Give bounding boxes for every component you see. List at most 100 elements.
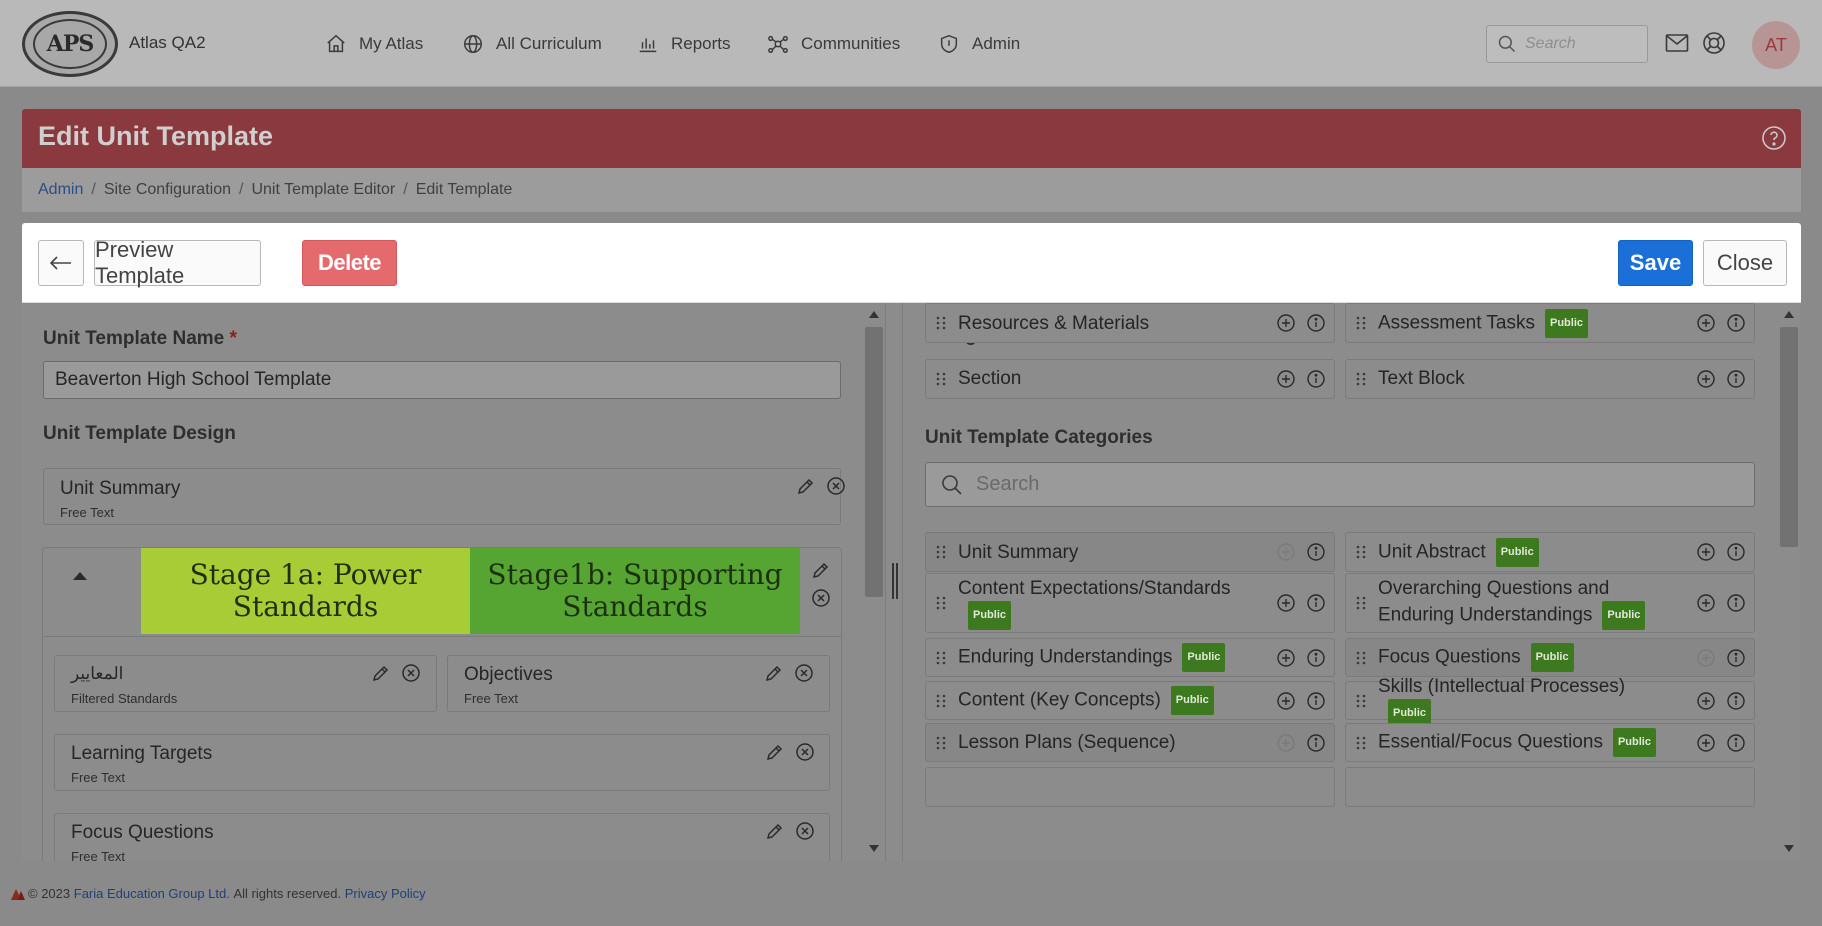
remove-circle-icon[interactable] bbox=[826, 476, 846, 496]
category-item[interactable]: Overarching Questions and Enduring Under… bbox=[1345, 573, 1755, 633]
category-item[interactable]: Enduring Understandings Public bbox=[925, 638, 1335, 677]
add-circle-icon[interactable] bbox=[1276, 648, 1296, 668]
help-icon[interactable] bbox=[1761, 125, 1787, 151]
category-item[interactable]: Lesson Plans (Sequence) bbox=[925, 723, 1335, 762]
back-button[interactable] bbox=[38, 240, 84, 286]
drag-handle-icon[interactable] bbox=[936, 316, 946, 330]
edit-pencil-icon[interactable] bbox=[796, 476, 816, 496]
category-item[interactable]: Unit Abstract Public bbox=[1345, 532, 1755, 572]
remove-circle-icon[interactable] bbox=[795, 742, 815, 762]
nav-item-all-curriculum[interactable]: All Curriculum bbox=[462, 31, 602, 57]
info-icon[interactable] bbox=[1306, 733, 1326, 753]
preview-template-button[interactable]: Preview Template bbox=[94, 237, 261, 288]
add-circle-icon[interactable] bbox=[1696, 369, 1716, 389]
remove-circle-icon[interactable] bbox=[794, 663, 814, 683]
close-button[interactable]: Close bbox=[1703, 240, 1787, 286]
category-item[interactable]: Unit Summary bbox=[925, 532, 1335, 572]
global-search-input[interactable]: Search bbox=[1486, 25, 1648, 63]
info-icon[interactable] bbox=[1726, 369, 1746, 389]
design-element-text-block[interactable]: Text Block bbox=[1345, 359, 1755, 399]
drag-handle-icon[interactable] bbox=[1356, 651, 1366, 665]
save-button[interactable]: Save bbox=[1618, 240, 1693, 286]
drag-handle-icon[interactable] bbox=[936, 651, 946, 665]
design-element-section[interactable]: Section bbox=[925, 359, 1335, 399]
collapse-triangle-icon[interactable] bbox=[72, 570, 88, 582]
right-scrollbar[interactable] bbox=[1777, 303, 1801, 861]
add-circle-icon[interactable] bbox=[1276, 691, 1296, 711]
scroll-up-arrow-icon[interactable] bbox=[869, 311, 879, 318]
edit-pencil-icon[interactable] bbox=[811, 560, 831, 580]
drag-handle-icon[interactable] bbox=[1356, 694, 1366, 708]
design-card-standards[interactable]: المعايير Filtered Standards bbox=[54, 655, 437, 712]
add-circle-icon[interactable] bbox=[1696, 691, 1716, 711]
nav-item-admin[interactable]: Admin bbox=[938, 31, 1020, 57]
aps-logo[interactable]: APS bbox=[22, 11, 118, 77]
drag-handle-icon[interactable] bbox=[1356, 545, 1366, 559]
remove-circle-icon[interactable] bbox=[401, 663, 421, 683]
drag-handle-icon[interactable] bbox=[1356, 316, 1366, 330]
info-icon[interactable] bbox=[1726, 542, 1746, 562]
info-icon[interactable] bbox=[1306, 313, 1326, 333]
delete-button[interactable]: Delete bbox=[302, 240, 397, 286]
remove-circle-icon[interactable] bbox=[811, 588, 831, 608]
add-circle-icon[interactable] bbox=[1696, 542, 1716, 562]
edit-pencil-icon[interactable] bbox=[764, 663, 784, 683]
category-item[interactable]: Skills (Intellectual Processes)Public bbox=[1345, 676, 1755, 728]
edit-pencil-icon[interactable] bbox=[371, 663, 391, 683]
add-circle-icon[interactable] bbox=[1276, 313, 1296, 333]
help-lifebuoy-icon[interactable] bbox=[1701, 30, 1727, 56]
category-item[interactable]: Focus Questions Public bbox=[1345, 638, 1755, 677]
drag-handle-icon[interactable] bbox=[936, 694, 946, 708]
nav-item-communities[interactable]: Communities bbox=[767, 31, 900, 57]
info-icon[interactable] bbox=[1306, 542, 1326, 562]
drag-handle-icon[interactable] bbox=[936, 596, 946, 610]
info-icon[interactable] bbox=[1306, 369, 1326, 389]
info-icon[interactable] bbox=[1726, 593, 1746, 613]
design-card-learning-targets[interactable]: Learning Targets Free Text bbox=[54, 734, 830, 791]
footer-privacy-link[interactable]: Privacy Policy bbox=[345, 886, 426, 901]
mail-icon[interactable] bbox=[1665, 32, 1689, 54]
drag-handle-icon[interactable] bbox=[1356, 596, 1366, 610]
category-item[interactable]: Content Expectations/StandardsPublic bbox=[925, 573, 1335, 633]
category-item[interactable]: Resources & Materials bbox=[925, 303, 1335, 343]
nav-item-reports[interactable]: Reports bbox=[637, 31, 731, 57]
info-icon[interactable] bbox=[1726, 691, 1746, 711]
info-icon[interactable] bbox=[1726, 313, 1746, 333]
drag-handle-icon[interactable] bbox=[1356, 736, 1366, 750]
drag-handle-icon[interactable] bbox=[936, 736, 946, 750]
scroll-down-arrow-icon[interactable] bbox=[1784, 845, 1794, 852]
category-item-partial[interactable] bbox=[1345, 767, 1755, 807]
left-scrollbar[interactable] bbox=[863, 303, 885, 861]
remove-circle-icon[interactable] bbox=[795, 821, 815, 841]
breadcrumb-site-configuration[interactable]: Site Configuration bbox=[104, 181, 231, 199]
breadcrumb-unit-template-editor[interactable]: Unit Template Editor bbox=[251, 181, 395, 199]
info-icon[interactable] bbox=[1726, 648, 1746, 668]
add-circle-icon[interactable] bbox=[1696, 313, 1716, 333]
right-scrollbar-thumb[interactable] bbox=[1780, 327, 1798, 547]
add-circle-icon[interactable] bbox=[1276, 593, 1296, 613]
user-avatar[interactable]: AT bbox=[1752, 21, 1800, 69]
left-scrollbar-thumb[interactable] bbox=[865, 327, 883, 597]
design-card-focus-questions[interactable]: Focus Questions Free Text bbox=[54, 813, 830, 861]
categories-search-input[interactable]: Search bbox=[925, 462, 1755, 507]
pane-splitter[interactable] bbox=[885, 303, 903, 861]
unit-template-name-input[interactable]: Beaverton High School Template bbox=[43, 361, 841, 399]
design-card-objectives[interactable]: Objectives Free Text bbox=[447, 655, 830, 712]
category-item[interactable]: Assessment Tasks Public bbox=[1345, 303, 1755, 343]
drag-handle-icon[interactable] bbox=[936, 372, 946, 386]
category-item[interactable]: Essential/Focus Questions Public bbox=[1345, 723, 1755, 762]
info-icon[interactable] bbox=[1306, 593, 1326, 613]
drag-handle-icon[interactable] bbox=[936, 545, 946, 559]
edit-pencil-icon[interactable] bbox=[765, 742, 785, 762]
breadcrumb-admin[interactable]: Admin bbox=[38, 181, 83, 199]
info-icon[interactable] bbox=[1306, 691, 1326, 711]
category-item[interactable]: Content (Key Concepts) Public bbox=[925, 681, 1335, 720]
info-icon[interactable] bbox=[1306, 648, 1326, 668]
add-circle-icon[interactable] bbox=[1696, 593, 1716, 613]
design-card-unit-summary[interactable]: Unit Summary Free Text bbox=[43, 468, 845, 525]
add-circle-icon[interactable] bbox=[1696, 733, 1716, 753]
edit-pencil-icon[interactable] bbox=[765, 821, 785, 841]
footer-company-link[interactable]: Faria Education Group Ltd. bbox=[74, 886, 230, 901]
drag-handle-icon[interactable] bbox=[1356, 372, 1366, 386]
nav-item-my-atlas[interactable]: My Atlas bbox=[325, 31, 423, 57]
